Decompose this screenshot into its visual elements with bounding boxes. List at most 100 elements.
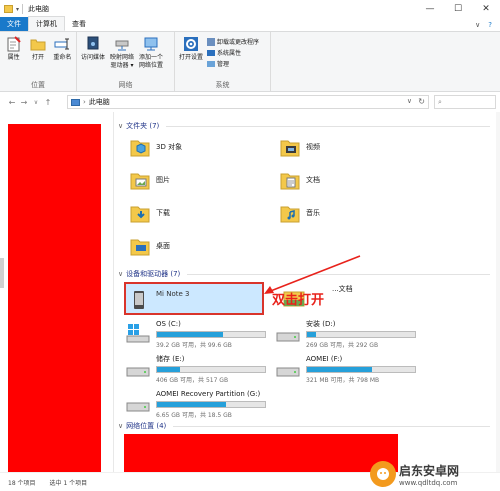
- status-item-count: 18 个项目: [8, 479, 36, 487]
- ribbon-group-location: 属性 打开 重命名 位置: [0, 32, 77, 91]
- drive-g[interactable]: AOMEI Recovery Partition (G:) 6.65 GB 可用…: [120, 387, 320, 423]
- drive-c[interactable]: OS (C:) 39.2 GB 可用，共 99.6 GB: [120, 317, 266, 353]
- system-properties-button[interactable]: 系统属性: [207, 48, 259, 57]
- drive-e[interactable]: 储存 (E:) 406 GB 可用，共 517 GB: [120, 352, 266, 388]
- new-folder-icon[interactable]: [4, 5, 13, 13]
- downloads-folder-icon: [130, 206, 150, 223]
- drive-info: AOMEI (F:) 321 MB 可用，共 798 MB: [306, 352, 416, 388]
- system-properties-label: 系统属性: [217, 50, 242, 57]
- ribbon-tabs-right: ∨ ?: [475, 21, 500, 29]
- drive-usage-fill: [307, 367, 372, 372]
- collapse-chevron-icon[interactable]: ∨: [118, 122, 123, 130]
- annotation-text: 双击打开: [272, 293, 325, 308]
- rename-icon: [54, 38, 70, 50]
- drive-usage-fill: [157, 332, 223, 337]
- open-button[interactable]: 打开: [27, 34, 48, 80]
- help-icon[interactable]: ?: [488, 21, 492, 29]
- up-button[interactable]: ↑: [42, 98, 54, 107]
- gear-icon: [184, 37, 198, 51]
- breadcrumb-chevron-icon[interactable]: ›: [83, 98, 86, 106]
- list-item[interactable]: 视频: [280, 136, 320, 158]
- address-bar-row: ← → ∨ ↑ › 此电脑 ∨ ↻ ⌕: [0, 92, 500, 112]
- drive-f[interactable]: AOMEI (F:) 321 MB 可用，共 798 MB: [270, 352, 416, 388]
- list-item[interactable]: 桌面: [130, 235, 170, 257]
- collapse-chevron-icon[interactable]: ∨: [118, 270, 123, 278]
- ribbon-group-network: 访问媒体 映射网络驱动器 ▾ 添加一个网络位置 网络: [77, 32, 175, 91]
- search-input[interactable]: ⌕: [434, 95, 496, 109]
- map-network-drive-button[interactable]: 映射网络驱动器 ▾: [109, 34, 135, 80]
- customize-toolbar-icon[interactable]: ▾: [16, 6, 19, 13]
- access-media-button[interactable]: 访问媒体: [80, 34, 106, 80]
- group-label-system: 系统: [215, 81, 230, 89]
- programs-icon: [207, 37, 215, 46]
- list-item[interactable]: 图片: [130, 169, 170, 191]
- content-scrollbar[interactable]: [496, 112, 500, 472]
- quick-access-toolbar: ▾: [0, 5, 19, 13]
- drive-info: OS (C:) 39.2 GB 可用，共 99.6 GB: [156, 317, 266, 353]
- watermark: 启东安卓网 www.qdltdq.com: [370, 457, 500, 491]
- title-bar: ▾ 此电脑 — ☐ ✕: [0, 0, 500, 18]
- windows-drive-icon: [126, 324, 150, 343]
- uninstall-program-button[interactable]: 卸载或更改程序: [207, 37, 259, 46]
- properties-label: 属性: [7, 54, 20, 61]
- properties-button[interactable]: 属性: [3, 34, 24, 80]
- tab-view[interactable]: 查看: [65, 17, 93, 31]
- content-pane: ∨ 文件夹 (7) 3D 对象 视频 图片 文档 下载 音乐 桌面 ∨ 设备和驱…: [114, 112, 496, 472]
- open-settings-button[interactable]: 打开设置: [178, 34, 204, 80]
- section-header-network[interactable]: ∨ 网络位置 (4): [118, 421, 490, 431]
- system-properties-icon: [207, 49, 215, 56]
- item-name: 桌面: [156, 242, 170, 250]
- list-item[interactable]: 音乐: [280, 202, 320, 224]
- manage-button[interactable]: 管理: [207, 59, 259, 68]
- add-network-location-button[interactable]: 添加一个网络位置: [138, 34, 164, 80]
- recent-locations-button[interactable]: ∨: [30, 99, 42, 106]
- redacted-navigation-tree: [8, 124, 101, 474]
- rename-label: 重命名: [53, 54, 72, 61]
- access-media-label: 访问媒体: [80, 54, 105, 61]
- drive-size: 406 GB 可用，共 517 GB: [156, 377, 229, 384]
- tab-file[interactable]: 文件: [0, 17, 28, 31]
- drive-name: OS (C:): [156, 320, 181, 328]
- drive-name: AOMEI (F:): [306, 355, 343, 363]
- list-item[interactable]: 文档: [280, 169, 320, 191]
- uninstall-program-label: 卸载或更改程序: [217, 39, 260, 46]
- ribbon-tabs: 文件 计算机 查看 ∨ ?: [0, 16, 500, 32]
- refresh-button[interactable]: ↻: [418, 97, 425, 106]
- collapse-chevron-icon[interactable]: ∨: [118, 422, 123, 430]
- section-header-folders[interactable]: ∨ 文件夹 (7): [118, 121, 490, 131]
- ribbon: 属性 打开 重命名 位置 访问媒体 映射网络驱动器 ▾ 添加一个网络位置 网络 …: [0, 32, 500, 92]
- rename-button[interactable]: 重命名: [52, 34, 73, 80]
- drive-d[interactable]: 安装 (D:) 269 GB 可用，共 292 GB: [270, 317, 416, 353]
- drive-icon: [126, 367, 150, 377]
- address-input[interactable]: › 此电脑 ∨ ↻: [67, 95, 429, 109]
- drive-size: 39.2 GB 可用，共 99.6 GB: [156, 342, 232, 349]
- minimize-button[interactable]: —: [416, 0, 444, 18]
- device-mi-note-3[interactable]: [124, 282, 264, 315]
- system-list: 卸载或更改程序 系统属性 管理: [207, 34, 259, 80]
- forward-button[interactable]: →: [18, 98, 30, 107]
- watermark-text: 启东安卓网 www.qdltdq.com: [399, 462, 459, 487]
- group-label-network: 网络: [118, 81, 133, 89]
- ribbon-group-system: 打开设置 卸载或更改程序 系统属性 管理 系统: [175, 32, 271, 91]
- drive-usage-bar: [156, 366, 266, 373]
- navigation-scrollbar[interactable]: [0, 258, 4, 288]
- tab-computer[interactable]: 计算机: [28, 16, 65, 31]
- list-item[interactable]: 下载: [130, 202, 170, 224]
- maximize-button[interactable]: ☐: [444, 0, 472, 18]
- documents-folder-icon: [280, 173, 300, 190]
- breadcrumb[interactable]: 此电脑: [89, 97, 110, 107]
- address-dropdown-button[interactable]: ∨: [407, 97, 412, 105]
- item-name: 音乐: [306, 209, 320, 217]
- navigation-pane[interactable]: [0, 112, 113, 474]
- drive-usage-bar: [156, 331, 266, 338]
- drive-usage-fill: [307, 332, 316, 337]
- chevron-down-icon[interactable]: ∨: [475, 21, 480, 29]
- drive-size: 269 GB 可用，共 292 GB: [306, 342, 379, 349]
- media-icon: [87, 36, 99, 50]
- list-item[interactable]: 3D 对象: [130, 136, 182, 158]
- drive-name: 储存 (E:): [156, 355, 185, 363]
- drive-icon: [276, 367, 300, 377]
- back-button[interactable]: ←: [6, 98, 18, 107]
- drive-usage-fill: [157, 402, 227, 407]
- close-button[interactable]: ✕: [472, 0, 500, 18]
